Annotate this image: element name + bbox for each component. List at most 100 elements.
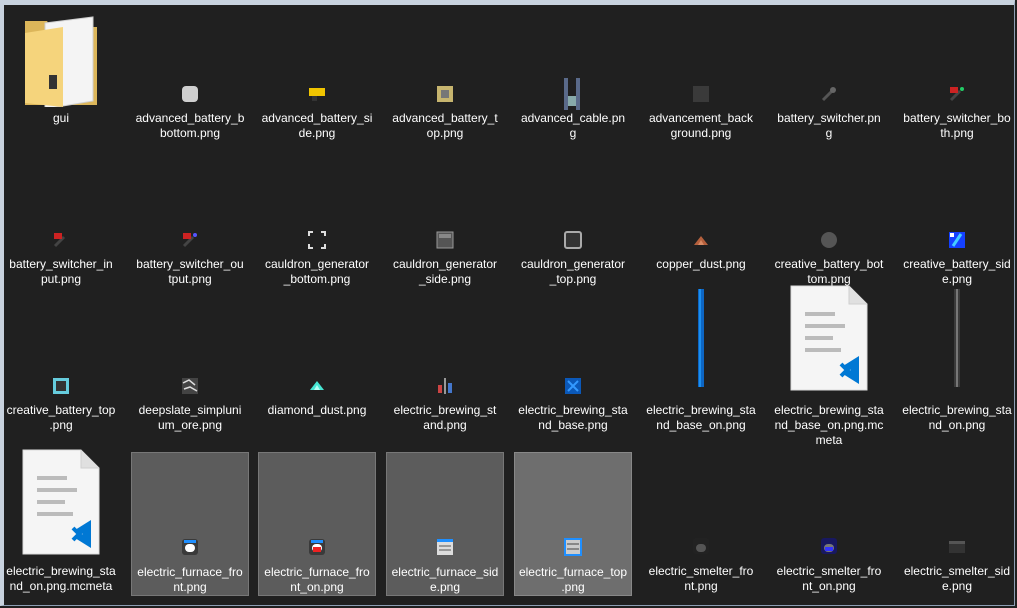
file-name-line: creative_battery_sid (903, 257, 1011, 271)
file-name-line: ground.png (670, 126, 732, 140)
file-name-line: tput.png (168, 272, 212, 286)
file-name: cauldron_generator _top.png (516, 257, 630, 287)
file-item[interactable]: electric_smelter_fro nt_on.png (770, 452, 888, 596)
brewing-base-on-strip-icon (642, 288, 760, 388)
smelter-front-on-texture-icon (770, 532, 888, 560)
file-item[interactable]: advanced_battery_t op.png (386, 10, 504, 150)
file-name: gui (4, 111, 118, 126)
file-item[interactable]: electric_furnace_fro nt_on.png (258, 452, 376, 596)
file-item[interactable]: creative_battery_top .png (2, 302, 120, 446)
file-name-line: advancement_back (648, 111, 754, 125)
file-item[interactable]: electric_brewing_st and.png (386, 302, 504, 446)
file-name-line: nd_base_on.png (656, 418, 746, 432)
file-item[interactable]: battery_switcher.pn g (770, 10, 888, 150)
file-name: advancement_back ground.png (644, 111, 758, 141)
file-item[interactable]: electric_furnace_top .png (514, 452, 632, 596)
smelter-side-texture-icon (898, 532, 1016, 560)
file-name-line: electric_brewing_sta (646, 403, 756, 417)
file-name-line: advanced_battery_b (135, 111, 245, 125)
file-item[interactable]: electric_smelter_fro nt.png (642, 452, 760, 596)
file-item[interactable]: electric_furnace_fro nt.png (131, 452, 249, 596)
vscode-file-icon (2, 449, 120, 555)
file-name-line: cauldron_generator (520, 257, 626, 271)
file-name: deepslate_simpluni um_ore.png (133, 403, 247, 433)
file-item[interactable]: electric_brewing_sta nd_base_on.png (642, 289, 760, 446)
file-item[interactable]: electric_brewing_sta nd_base_on.png.mc met… (770, 285, 888, 448)
file-name: advanced_battery_si de.png (260, 111, 374, 141)
file-name-line: electric_smelter_sid (903, 564, 1011, 578)
file-name: copper_dust.png (644, 257, 758, 272)
furnace-top-texture-icon (515, 533, 631, 561)
battery-side-texture-icon (258, 80, 376, 108)
file-name-line: advanced_cable.pn (520, 111, 626, 125)
file-name: electric_brewing_sta nd_base_on.png.mc met… (772, 403, 886, 448)
smelter-front-texture-icon (642, 532, 760, 560)
file-item[interactable]: cauldron_generator _top.png (514, 156, 632, 296)
switcher-input-texture-icon (2, 226, 120, 254)
file-name-line: bottom.png (159, 126, 221, 140)
file-name-line: electric_furnace_top (518, 565, 628, 579)
file-item[interactable]: advancement_back ground.png (642, 10, 760, 150)
file-name-line: nd_on.png.mcmeta (9, 579, 113, 593)
file-name-line: creative_battery_bot (774, 257, 884, 271)
file-name-line: nd_on.png (928, 418, 986, 432)
file-name-line: electric_brewing_sta (6, 564, 116, 578)
file-name-line: nt.png (173, 580, 207, 594)
file-name: electric_furnace_fro nt_on.png (261, 565, 373, 595)
file-name: creative_battery_sid e.png (900, 257, 1014, 287)
file-name: creative_battery_top .png (4, 403, 118, 433)
file-name-line: advanced_battery_si (261, 111, 373, 125)
switcher-output-texture-icon (131, 226, 249, 254)
file-name-line: e.png (941, 272, 973, 286)
file-name-line: nt_on.png (802, 579, 856, 593)
file-name-line: electric_furnace_sid (391, 565, 499, 579)
file-name-line: battery_switcher_in (9, 257, 113, 271)
file-name-line: cauldron_generator (392, 257, 498, 271)
file-item[interactable]: electric_brewing_sta nd_on.png.mcmeta (2, 449, 120, 596)
file-item[interactable]: deepslate_simpluni um_ore.png (131, 302, 249, 446)
file-name-line: meta (815, 433, 843, 447)
file-name-line: electric_smelter_fro (648, 564, 754, 578)
file-name: electric_smelter_fro nt.png (644, 564, 758, 594)
file-name-line: electric_furnace_fro (264, 565, 370, 579)
file-item[interactable]: electric_brewing_sta nd_on.png (898, 289, 1016, 446)
file-name: battery_switcher_in put.png (4, 257, 118, 287)
file-name: battery_switcher_bo th.png (900, 111, 1014, 141)
ore-texture-icon (131, 372, 249, 400)
file-item[interactable]: cauldron_generator _bottom.png (258, 156, 376, 296)
file-item[interactable]: advanced_cable.pn g (514, 10, 632, 150)
file-name: electric_furnace_fro nt.png (134, 565, 246, 595)
file-item[interactable]: creative_battery_bot tom.png (770, 156, 888, 296)
file-name-line: put.png (40, 272, 82, 286)
file-name-line: copper_dust.png (656, 257, 746, 271)
file-item[interactable]: battery_switcher_in put.png (2, 156, 120, 296)
file-name-line: deepslate_simpluni (138, 403, 242, 417)
file-name-line: .png (561, 580, 585, 594)
file-item[interactable]: gui (2, 10, 120, 150)
file-name: electric_brewing_st and.png (388, 403, 502, 433)
file-item[interactable]: creative_battery_sid e.png (898, 156, 1016, 296)
file-item[interactable]: electric_furnace_sid e.png (386, 452, 504, 596)
file-name-line: de.png (298, 126, 336, 140)
brewing-on-strip-icon (898, 288, 1016, 388)
file-item[interactable]: battery_switcher_ou tput.png (131, 156, 249, 296)
file-item[interactable]: electric_smelter_sid e.png (898, 452, 1016, 596)
file-name-line: g (825, 126, 833, 140)
creative-battery-bottom-texture-icon (770, 226, 888, 254)
file-name: advanced_cable.pn g (516, 111, 630, 141)
file-item[interactable]: advanced_battery_si de.png (258, 10, 376, 150)
file-item[interactable]: copper_dust.png (642, 156, 760, 296)
vscode-file-icon (770, 285, 888, 391)
file-item[interactable]: cauldron_generator _side.png (386, 156, 504, 296)
file-name: advanced_battery_t op.png (388, 111, 502, 141)
file-item[interactable]: diamond_dust.png (258, 302, 376, 446)
file-item[interactable]: electric_brewing_sta nd_base.png (514, 302, 632, 446)
file-item[interactable]: battery_switcher_bo th.png (898, 10, 1016, 150)
file-name: battery_switcher.pn g (772, 111, 886, 141)
file-name-line: th.png (940, 126, 974, 140)
file-name-line: gui (52, 111, 69, 125)
creative-battery-top-texture-icon (2, 372, 120, 400)
file-name-line: creative_battery_top (6, 403, 116, 417)
brewing-base-texture-icon (514, 372, 632, 400)
file-item[interactable]: advanced_battery_b bottom.png (131, 10, 249, 150)
